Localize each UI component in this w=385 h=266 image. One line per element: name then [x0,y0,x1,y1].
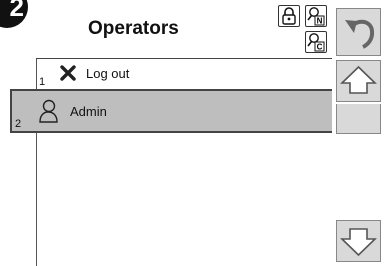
side-panel-blank [336,104,381,134]
scroll-up-button[interactable] [336,60,381,102]
search-by-name-button[interactable]: N [305,5,327,27]
list-item-logout[interactable]: 1 Log out [36,60,332,88]
arrow-up-icon [340,65,377,94]
undo-arrow-icon [345,19,375,49]
search-by-code-button[interactable]: C [305,31,327,53]
lock-icon [282,7,296,25]
search-n-letter: N [317,17,323,26]
item-number: 2 [15,118,22,130]
search-c-letter: C [317,43,323,52]
back-button[interactable] [336,8,381,56]
scroll-down-button[interactable] [336,220,381,262]
close-icon [60,65,76,81]
search-n-icon: N [307,7,325,26]
panel-header: Operators N C [36,0,332,59]
item-number: 1 [39,76,46,88]
item-label: Log out [86,66,130,81]
step-badge: 2 [0,0,28,28]
item-label: Admin [70,104,107,119]
page-title: Operators [88,18,179,39]
step-number: 2 [9,0,24,22]
user-icon [39,99,58,123]
list-item-admin[interactable]: 2 Admin [10,89,357,133]
lock-button[interactable] [278,5,300,27]
arrow-down-icon [340,228,377,257]
search-c-icon: C [307,33,325,52]
